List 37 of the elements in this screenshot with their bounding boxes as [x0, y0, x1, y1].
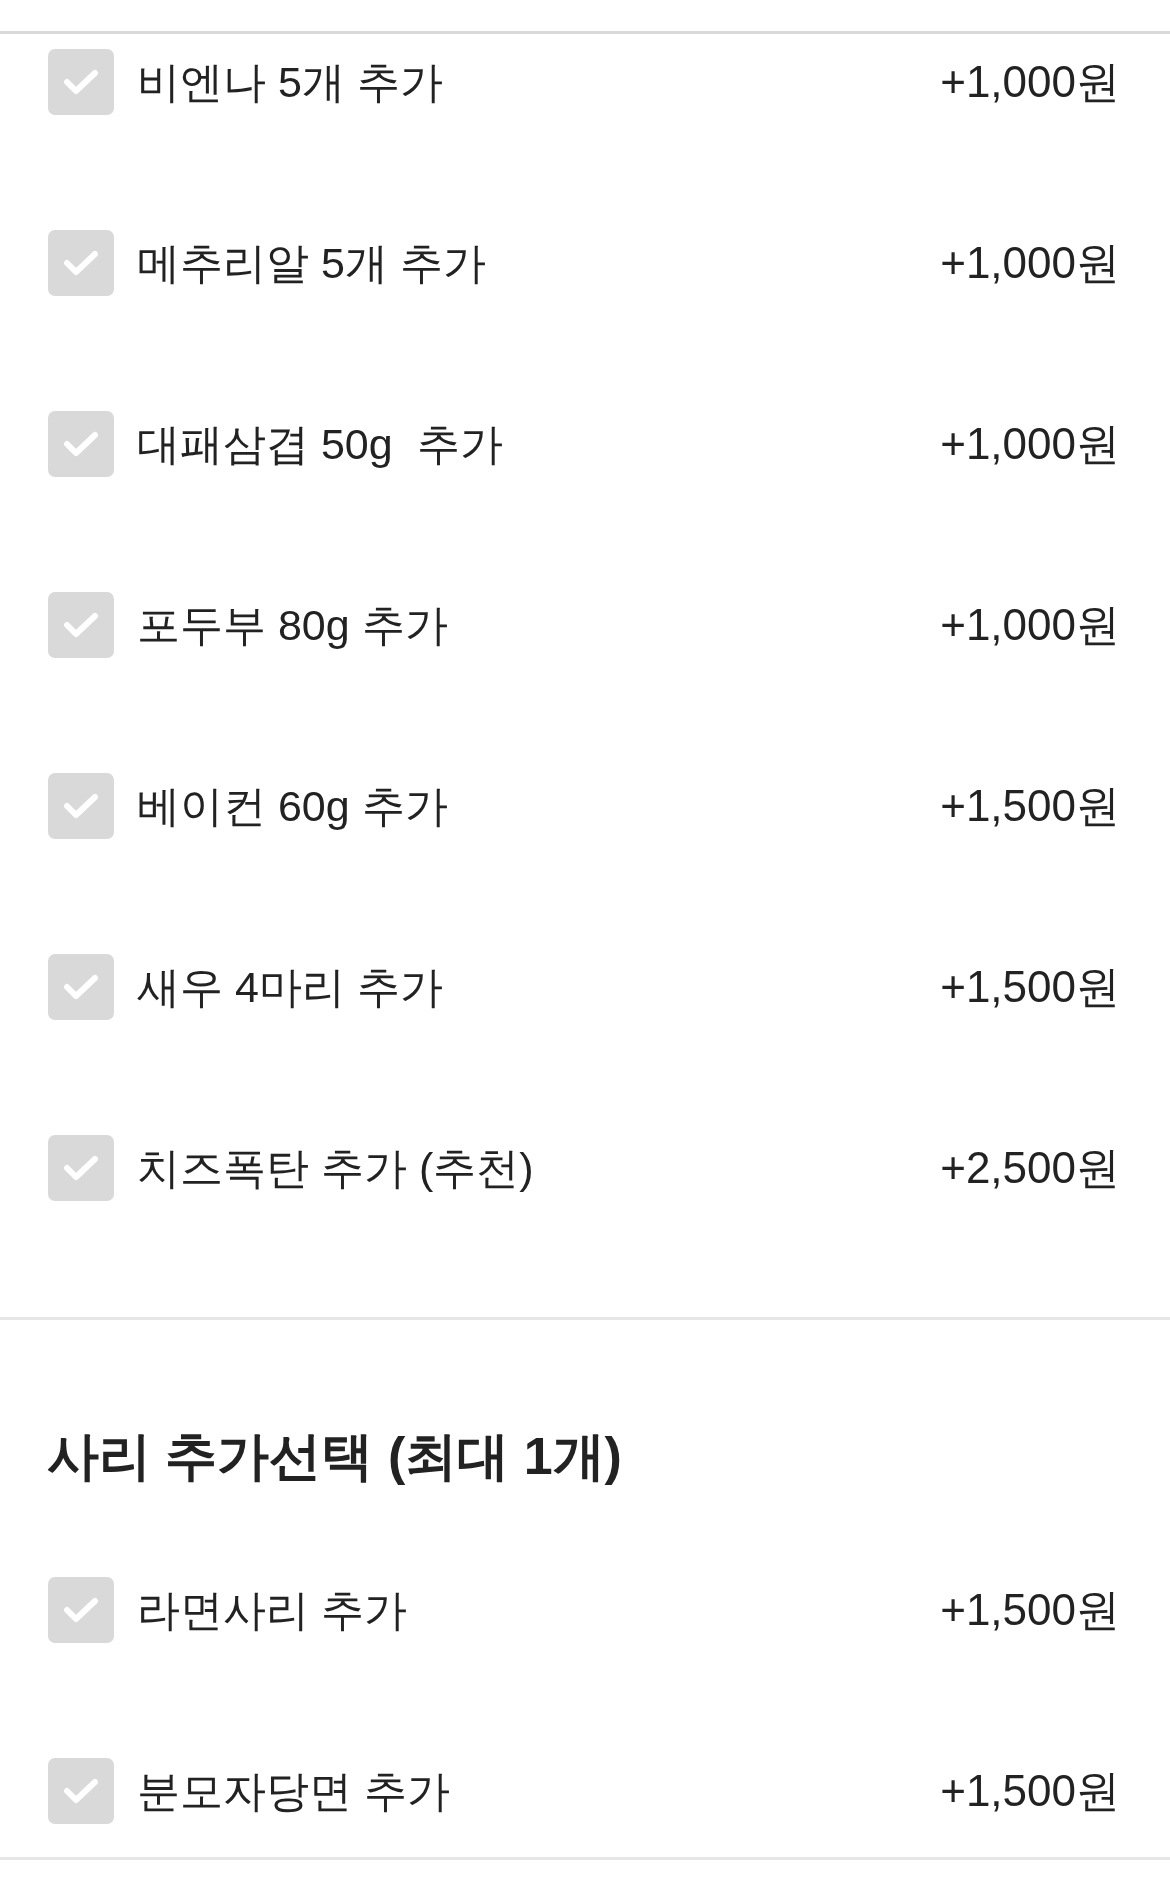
- check-icon: [63, 1155, 99, 1181]
- option-price: +1,000원: [940, 418, 1120, 470]
- option-label: 대패삼겹 50g 추가: [137, 419, 503, 470]
- option-label: 비엔나 5개 추가: [137, 57, 443, 108]
- option-label: 메추리알 5개 추가: [137, 238, 486, 289]
- check-icon: [63, 612, 99, 638]
- option-price: +1,000원: [940, 599, 1120, 651]
- option-label: 베이컨 60g 추가: [137, 781, 448, 832]
- option-price: +1,000원: [940, 56, 1120, 108]
- checkbox[interactable]: [48, 773, 114, 839]
- option-label: 분모자당면 추가: [137, 1766, 450, 1817]
- option-price: +1,000원: [940, 237, 1120, 289]
- checkbox[interactable]: [48, 49, 114, 115]
- check-icon: [63, 250, 99, 276]
- check-icon: [63, 793, 99, 819]
- option-price: +1,500원: [940, 1584, 1120, 1636]
- check-icon: [63, 69, 99, 95]
- checkbox[interactable]: [48, 1577, 114, 1643]
- option-price: +1,500원: [940, 961, 1120, 1013]
- checkbox[interactable]: [48, 411, 114, 477]
- option-label: 치즈폭탄 추가 (추천): [137, 1143, 534, 1194]
- checkbox[interactable]: [48, 1135, 114, 1201]
- checkbox[interactable]: [48, 1758, 114, 1824]
- option-price: +1,500원: [940, 780, 1120, 832]
- check-icon: [63, 1597, 99, 1623]
- checkbox[interactable]: [48, 592, 114, 658]
- option-label: 라면사리 추가: [137, 1585, 407, 1636]
- check-icon: [63, 1778, 99, 1804]
- option-label: 새우 4마리 추가: [137, 962, 443, 1013]
- section-title: 사리 추가선택 (최대 1개): [47, 1426, 622, 1487]
- option-price: +1,500원: [940, 1765, 1120, 1817]
- option-price: +2,500원: [940, 1142, 1120, 1194]
- check-icon: [63, 431, 99, 457]
- option-label: 포두부 80g 추가: [137, 600, 448, 651]
- checkbox[interactable]: [48, 230, 114, 296]
- check-icon: [63, 974, 99, 1000]
- checkbox[interactable]: [48, 954, 114, 1020]
